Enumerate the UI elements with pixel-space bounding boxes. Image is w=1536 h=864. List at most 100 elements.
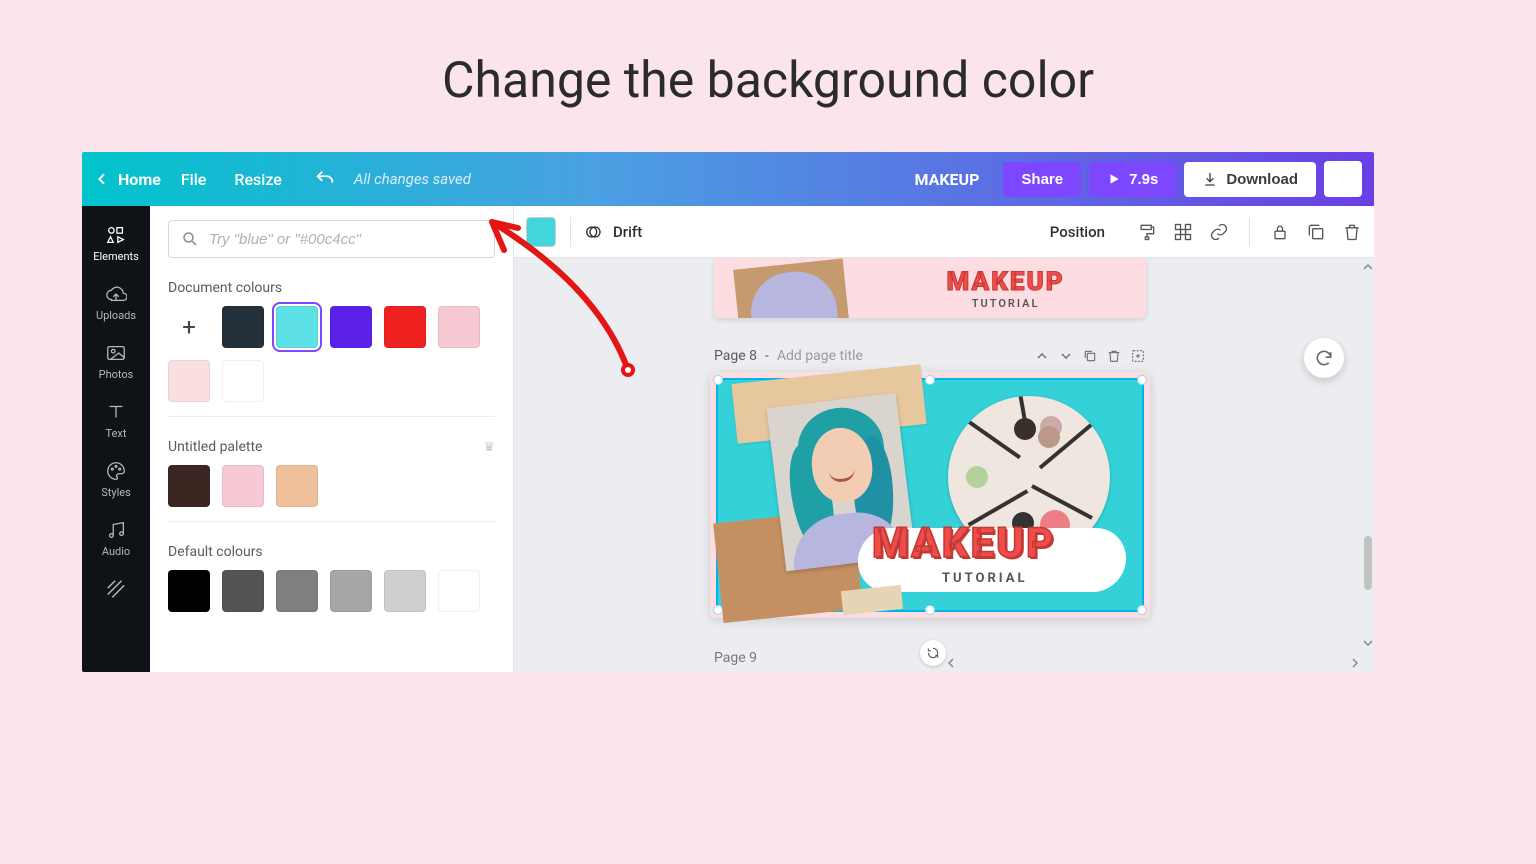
palette-label: Untitled palette ♛ xyxy=(168,439,495,455)
page-sep: - xyxy=(765,348,769,364)
undo-icon xyxy=(314,168,336,190)
rail-audio[interactable]: Audio xyxy=(82,511,150,570)
crown-icon: ♛ xyxy=(483,440,495,455)
cloud-upload-icon xyxy=(105,283,127,305)
page-background[interactable]: MAKEUP TUTORIAL xyxy=(718,380,1142,610)
color-swatch[interactable] xyxy=(438,570,480,612)
transparency-icon[interactable] xyxy=(1173,222,1193,242)
rail-uploads-label: Uploads xyxy=(96,309,136,322)
animation-button[interactable]: Drift xyxy=(585,222,642,242)
rail-audio-label: Audio xyxy=(102,545,130,558)
image-icon xyxy=(105,342,127,364)
vertical-scrollbar[interactable] xyxy=(1362,258,1374,672)
color-swatch[interactable] xyxy=(276,570,318,612)
color-swatch[interactable] xyxy=(330,570,372,612)
color-swatch[interactable] xyxy=(438,306,480,348)
color-swatch[interactable] xyxy=(168,360,210,402)
color-swatch-selected[interactable] xyxy=(276,306,318,348)
default-colors-row xyxy=(168,570,495,626)
download-button[interactable]: Download xyxy=(1184,162,1316,197)
refresh-button[interactable] xyxy=(1304,338,1344,378)
background-color-well[interactable] xyxy=(526,217,556,247)
duplicate-icon[interactable] xyxy=(1306,222,1326,242)
play-button[interactable]: 7.9s xyxy=(1089,162,1176,197)
resize-handle[interactable] xyxy=(1137,375,1147,385)
chevron-down-icon[interactable] xyxy=(1058,348,1074,364)
home-button[interactable]: Home xyxy=(94,170,161,189)
search-icon xyxy=(181,230,199,248)
animation-icon xyxy=(585,222,605,242)
artwork-subhead: TUTORIAL xyxy=(942,571,1027,586)
color-swatch[interactable] xyxy=(222,465,264,507)
resize-handle[interactable] xyxy=(925,375,935,385)
rail-photos[interactable]: Photos xyxy=(82,334,150,393)
paint-roller-icon[interactable] xyxy=(1137,222,1157,242)
app-window: Home File Resize All changes saved MAKEU… xyxy=(82,152,1374,672)
resize-handle[interactable] xyxy=(1137,605,1147,615)
hatch-icon xyxy=(105,578,127,600)
file-menu[interactable]: File xyxy=(181,170,207,189)
doc-colors-label: Document colours xyxy=(168,280,495,296)
page-header: Page 8 - Add page title xyxy=(714,348,1146,364)
top-bar: Home File Resize All changes saved MAKEU… xyxy=(82,152,1374,206)
color-swatch[interactable] xyxy=(168,570,210,612)
add-page-icon[interactable] xyxy=(1130,348,1146,364)
resize-handle[interactable] xyxy=(925,605,935,615)
color-swatch[interactable] xyxy=(276,465,318,507)
rail-more[interactable] xyxy=(82,570,150,616)
toolbar-icon-group xyxy=(1137,218,1362,246)
resize-handle[interactable] xyxy=(713,375,723,385)
more-icon xyxy=(1342,170,1344,188)
document-name[interactable]: MAKEUP xyxy=(914,170,979,189)
scroll-right-icon[interactable] xyxy=(1350,658,1360,668)
scroll-up-icon[interactable] xyxy=(1363,262,1373,272)
artwork-headline: MAKEUP xyxy=(872,519,1055,568)
canvas-viewport[interactable]: MAKEUP TUTORIAL Page 8 - Add page title xyxy=(514,258,1362,672)
shapes-icon xyxy=(105,224,127,246)
text-icon xyxy=(105,401,127,423)
rail-styles[interactable]: Styles xyxy=(82,452,150,511)
delete-page-icon[interactable] xyxy=(1106,348,1122,364)
play-icon xyxy=(1107,172,1121,186)
lock-icon[interactable] xyxy=(1270,222,1290,242)
scroll-left-icon[interactable] xyxy=(946,658,956,668)
position-button[interactable]: Position xyxy=(1050,223,1105,241)
color-search[interactable] xyxy=(168,220,495,258)
next-page-label: Page 9 xyxy=(714,650,757,666)
download-label: Download xyxy=(1226,171,1298,188)
page-canvas[interactable]: MAKEUP TUTORIAL xyxy=(710,372,1150,618)
rail-elements[interactable]: Elements xyxy=(82,216,150,275)
palette-row xyxy=(168,465,495,522)
copy-page-icon[interactable] xyxy=(1082,348,1098,364)
rail-uploads[interactable]: Uploads xyxy=(82,275,150,334)
color-swatch[interactable] xyxy=(330,306,372,348)
color-swatch[interactable] xyxy=(168,465,210,507)
share-button[interactable]: Share xyxy=(1003,162,1081,197)
color-swatch[interactable] xyxy=(222,570,264,612)
download-icon xyxy=(1202,171,1218,187)
resize-menu[interactable]: Resize xyxy=(234,170,281,189)
workspace: Elements Uploads Photos Text Styles Audi… xyxy=(82,206,1374,672)
chevron-up-icon[interactable] xyxy=(1034,348,1050,364)
color-swatch[interactable] xyxy=(384,570,426,612)
trash-icon[interactable] xyxy=(1342,222,1362,242)
context-bar: Drift Position xyxy=(514,206,1374,258)
page-title-placeholder[interactable]: Add page title xyxy=(777,348,863,364)
color-search-input[interactable] xyxy=(209,231,482,248)
rail-elements-label: Elements xyxy=(93,250,139,263)
slide-title: Change the background color xyxy=(0,0,1536,110)
scroll-down-icon[interactable] xyxy=(1363,638,1373,648)
more-button[interactable] xyxy=(1324,161,1362,197)
previous-page-preview[interactable]: MAKEUP TUTORIAL xyxy=(714,258,1146,318)
scrollbar-thumb[interactable] xyxy=(1364,536,1372,590)
color-swatch[interactable] xyxy=(222,360,264,402)
add-color-button[interactable]: + xyxy=(168,306,210,348)
doc-colors-row: + xyxy=(168,306,495,417)
color-swatch[interactable] xyxy=(384,306,426,348)
undo-button[interactable] xyxy=(314,168,336,190)
link-icon[interactable] xyxy=(1209,222,1229,242)
rail-text[interactable]: Text xyxy=(82,393,150,452)
artwork-tape xyxy=(841,585,903,615)
rotate-handle[interactable] xyxy=(920,640,946,666)
color-swatch[interactable] xyxy=(222,306,264,348)
